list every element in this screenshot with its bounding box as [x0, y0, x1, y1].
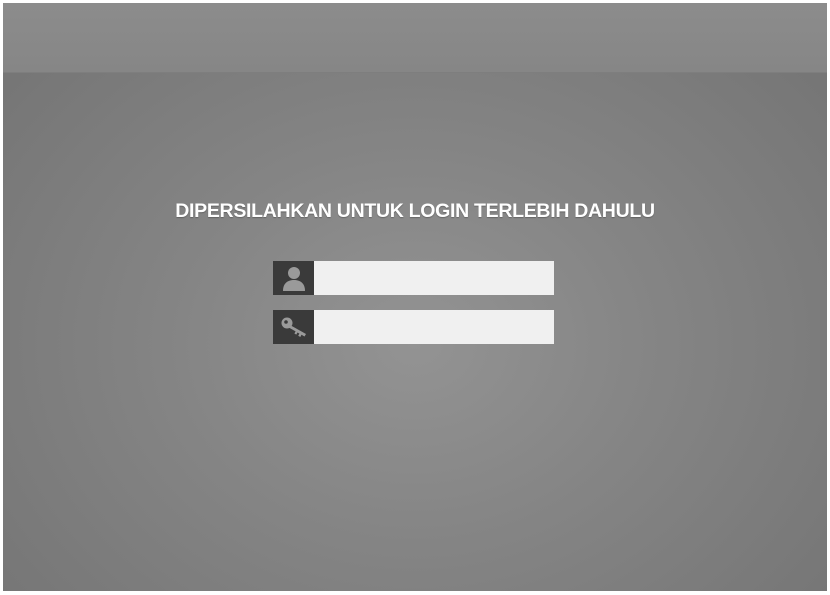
username-field	[273, 261, 554, 295]
username-input[interactable]	[314, 261, 554, 295]
key-icon	[273, 310, 314, 344]
user-icon	[273, 261, 314, 295]
header-bar	[3, 3, 827, 73]
login-page: DIPERSILAHKAN UNTUK LOGIN TERLEBIH DAHUL…	[3, 3, 827, 591]
password-field	[273, 310, 554, 344]
login-title: DIPERSILAHKAN UNTUK LOGIN TERLEBIH DAHUL…	[175, 200, 655, 222]
password-input[interactable]	[314, 310, 554, 344]
